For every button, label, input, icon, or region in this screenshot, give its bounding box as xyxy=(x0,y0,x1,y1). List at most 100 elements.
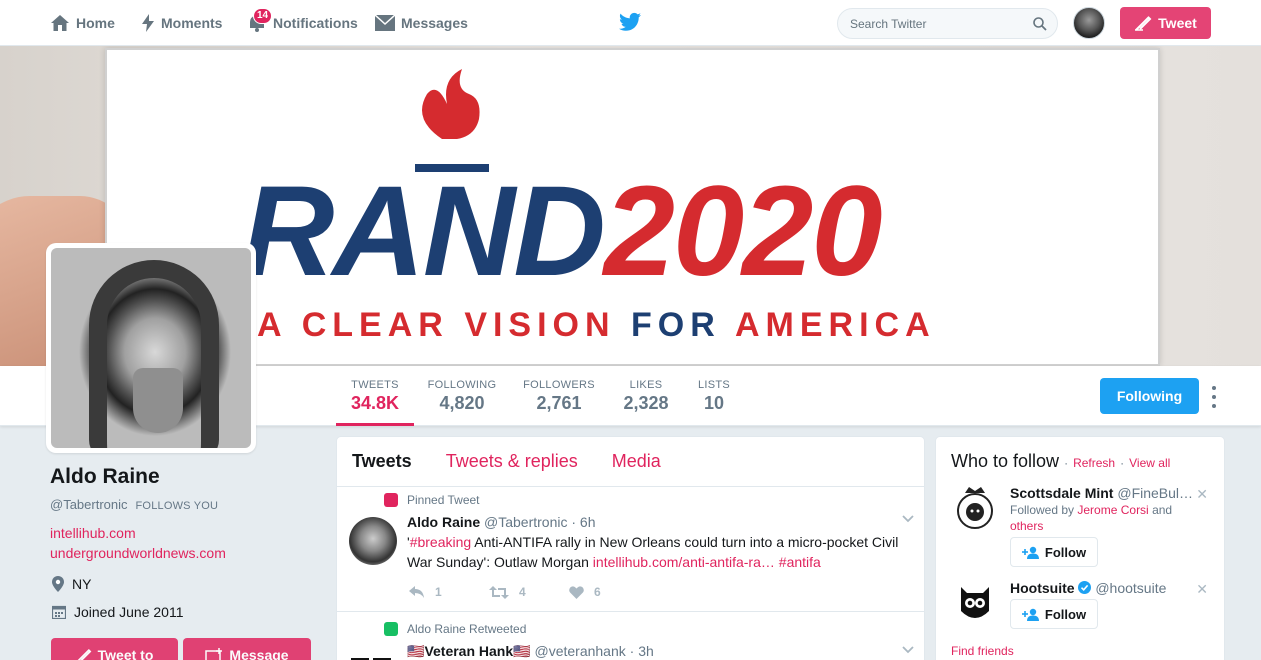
suggestion-avatar[interactable] xyxy=(951,485,999,533)
lightning-icon xyxy=(142,14,154,32)
location-pin-icon xyxy=(52,576,64,592)
tab-tweets[interactable]: Tweets xyxy=(352,451,412,472)
chevron-down-icon[interactable] xyxy=(902,646,914,654)
following-button[interactable]: Following xyxy=(1100,378,1199,414)
wtf-view-all[interactable]: View all xyxy=(1129,456,1170,470)
tab-media[interactable]: Media xyxy=(612,451,661,472)
profile-handle[interactable]: @Tabertronic xyxy=(50,497,128,512)
suggestion-name-row: Hootsuite @hootsuite xyxy=(1010,580,1195,596)
tweet-header: Aldo Raine @Tabertronic · 6h xyxy=(407,514,596,530)
envelope-icon xyxy=(375,15,395,31)
notifications-badge: 14 xyxy=(253,8,273,24)
search-input[interactable] xyxy=(850,16,1033,31)
profile-avatar[interactable] xyxy=(46,243,256,453)
tweet-time[interactable]: · 6h xyxy=(571,514,595,530)
nav-notifications-label: Notifications xyxy=(273,15,358,31)
tweet-to-button[interactable]: Tweet to xyxy=(51,638,178,660)
banner-brand-left: RAND xyxy=(242,160,606,303)
followed-by-and: and xyxy=(1152,503,1173,517)
tweet-avatar[interactable] xyxy=(349,642,397,660)
wtf-header: Who to follow · Refresh · View all xyxy=(951,451,1170,472)
verified-badge-icon xyxy=(1078,581,1092,594)
add-user-icon xyxy=(1021,608,1039,621)
retweet-action[interactable]: 4 xyxy=(489,585,569,599)
wtf-separator: · xyxy=(1064,456,1069,470)
search-icon[interactable] xyxy=(1033,16,1047,31)
reply-action[interactable]: 1 xyxy=(409,585,489,599)
like-action[interactable]: 6 xyxy=(569,585,649,599)
slogan-part-3: FOR xyxy=(631,306,721,344)
banner-brand: RAND2020 xyxy=(242,168,882,296)
slogan-part-1: A CLEAR xyxy=(257,306,449,344)
stat-likes[interactable]: LIKES 2,328 xyxy=(620,366,672,426)
add-user-icon xyxy=(1021,546,1039,559)
followed-by-user[interactable]: Jerome Corsi xyxy=(1077,503,1148,517)
suggestion-followed-by: Followed by Jerome Corsi and others xyxy=(1010,502,1195,534)
tweet-actions: 1 4 6 xyxy=(409,585,649,599)
tab-tweets-replies[interactable]: Tweets & replies xyxy=(446,451,578,472)
follow-button[interactable]: Follow xyxy=(1010,599,1098,629)
tweet-to-label: Tweet to xyxy=(97,647,154,660)
chevron-down-icon[interactable] xyxy=(902,515,914,523)
wtf-title: Who to follow xyxy=(951,451,1060,471)
profile-link-1[interactable]: intellihub.com xyxy=(50,525,136,541)
top-nav: Home Moments 14 Notifications Messages T… xyxy=(0,0,1261,46)
search-box[interactable] xyxy=(837,8,1058,39)
stat-value: 2,328 xyxy=(623,393,669,413)
stat-value: 2,761 xyxy=(536,393,582,413)
like-count: 6 xyxy=(594,585,601,599)
veteran-logo-icon xyxy=(351,658,391,660)
nav-messages[interactable]: Messages xyxy=(375,0,468,46)
more-options-icon[interactable] xyxy=(1208,386,1220,408)
hashtag[interactable]: #antifa xyxy=(779,554,821,570)
profile-link-2[interactable]: undergroundworldnews.com xyxy=(50,545,226,561)
calendar-icon xyxy=(52,605,66,619)
retweet-icon xyxy=(489,585,509,599)
nav-home[interactable]: Home xyxy=(50,0,115,46)
torch-flame-icon xyxy=(415,69,489,172)
stat-tweets[interactable]: TWEETS 34.8K xyxy=(336,366,414,426)
message-button[interactable]: Message xyxy=(183,638,311,660)
tweet-time[interactable]: · 3h xyxy=(630,643,654,659)
twitter-bird-icon[interactable] xyxy=(619,12,641,32)
slogan-part-4: AMERICA xyxy=(734,306,936,344)
followed-by-others[interactable]: others xyxy=(1010,519,1043,533)
profile-photo xyxy=(51,248,251,448)
find-friends-link[interactable]: Find friends xyxy=(951,644,1014,658)
compose-tweet-button[interactable]: Tweet xyxy=(1120,7,1211,39)
stat-value: 4,820 xyxy=(439,393,485,413)
suggestion-name[interactable]: Hootsuite xyxy=(1010,580,1075,596)
tweet-link[interactable]: intellihub.com/anti-antifa-ra… xyxy=(593,554,775,570)
stat-lists[interactable]: LISTS 10 xyxy=(694,366,734,426)
profile-name: Aldo Raine xyxy=(50,465,160,488)
suggestion-name-row: Scottsdale Mint @FineBul… xyxy=(1010,485,1195,501)
stat-following[interactable]: FOLLOWING 4,820 xyxy=(425,366,499,426)
nav-moments[interactable]: Moments xyxy=(141,0,222,46)
follow-label: Follow xyxy=(1044,544,1087,560)
account-avatar[interactable] xyxy=(1073,7,1105,39)
nav-notifications[interactable]: 14 Notifications xyxy=(247,0,358,46)
quill-icon xyxy=(77,649,91,660)
suggestion-handle[interactable]: @FineBul… xyxy=(1117,485,1193,501)
compose-tweet-label: Tweet xyxy=(1158,15,1197,31)
suggestion-handle[interactable]: @hootsuite xyxy=(1095,580,1166,596)
suggestion-avatar[interactable] xyxy=(951,579,999,627)
tweet-context: Pinned Tweet xyxy=(407,493,480,507)
hashtag[interactable]: #breaking xyxy=(410,534,472,550)
stat-followers[interactable]: FOLLOWERS 2,761 xyxy=(521,366,597,426)
suggestion-name[interactable]: Scottsdale Mint xyxy=(1010,485,1113,501)
tweet-author-name[interactable]: Aldo Raine xyxy=(407,514,480,530)
tweet-author-name[interactable]: Veteran Hank xyxy=(424,643,513,659)
follows-you-badge: FOLLOWS YOU xyxy=(135,500,219,512)
tweet-author-handle[interactable]: @Tabertronic xyxy=(484,514,567,530)
dismiss-icon[interactable]: ✕ xyxy=(1196,581,1208,598)
tweet-item[interactable]: Aldo Raine Retweeted 🇺🇸Veteran Hank🇺🇸 @v… xyxy=(337,612,924,660)
wtf-refresh[interactable]: Refresh xyxy=(1073,456,1115,470)
tweet-avatar[interactable] xyxy=(349,517,397,565)
tweet-item[interactable]: Pinned Tweet Aldo Raine @Tabertronic · 6… xyxy=(337,487,924,612)
tweet-author-handle[interactable]: @veteranhank xyxy=(534,643,625,659)
dismiss-icon[interactable]: ✕ xyxy=(1196,486,1208,503)
follow-label: Follow xyxy=(1044,606,1087,622)
timeline: Tweets Tweets & replies Media Pinned Twe… xyxy=(336,436,925,660)
follow-button[interactable]: Follow xyxy=(1010,537,1098,567)
